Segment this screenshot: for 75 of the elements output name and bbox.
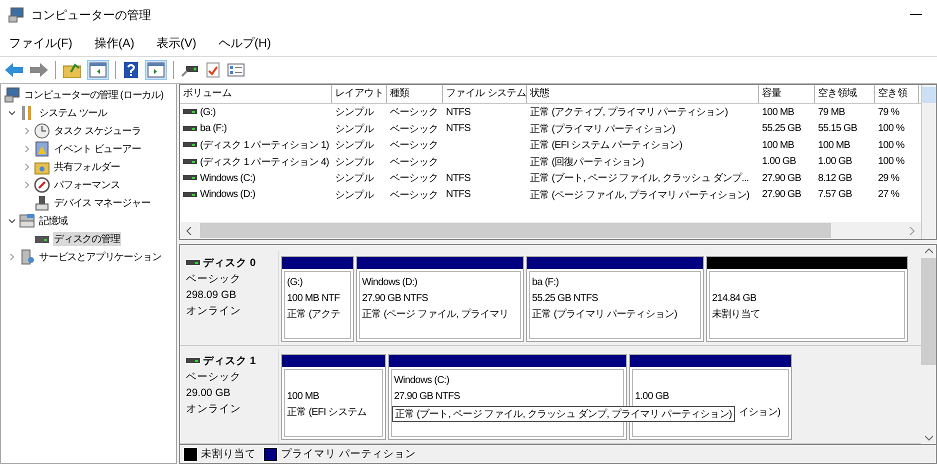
partition-size: 214.84 GB <box>712 292 758 306</box>
table-cell: 100 MB <box>762 140 794 151</box>
table-cell: 79 MB <box>818 106 845 118</box>
disk-name: ディスク 0 <box>203 256 256 271</box>
table-cell-text: ベーシック <box>390 188 438 202</box>
table-cell-text: 正常 (ブート, ページ ファイル, クラッシュ ダンプ... <box>530 172 749 186</box>
window-title: コンピューターの管理 <box>31 6 151 24</box>
table-cell: 27.90 GB <box>762 189 802 200</box>
table-cell-text: ベーシック <box>390 106 438 120</box>
table-cell-text: シンプル <box>335 156 374 169</box>
disk-name: ディスク 1 <box>203 354 256 369</box>
partition-size: 27.90 GB NTFS <box>362 292 429 306</box>
table-cell-text: ベーシック <box>390 172 438 186</box>
table-cell: NTFS <box>446 172 471 184</box>
partition-size: 55.25 GB NTFS <box>532 292 599 306</box>
table-cell: 7.57 GB <box>818 189 852 200</box>
disk-size: 298.09 GB <box>186 288 238 303</box>
disk-type: ベーシック <box>186 370 242 385</box>
table-cell: (G:) <box>200 106 216 118</box>
partition-status: 正常 (ページ ファイル, プライマリ <box>362 308 510 322</box>
table-cell: NTFS <box>446 123 471 134</box>
table-cell: 100 % <box>878 123 904 134</box>
table-cell: 27 % <box>878 189 900 200</box>
table-cell-text: 正常 (回復パーティション) <box>530 156 644 169</box>
partition-name: Windows (C:) <box>394 374 450 388</box>
table-cell: Windows (C:) <box>200 172 256 184</box>
partition-size: 100 MB NTF <box>287 292 341 306</box>
table-cell-text: ベーシック <box>390 139 438 152</box>
legend-label: 未割り当て <box>201 447 256 461</box>
partition-name: (G:) <box>287 276 304 290</box>
table-cell-text: シンプル <box>335 172 374 186</box>
table-cell: 1.00 GB <box>762 156 796 168</box>
table-cell-text: (ディスク 1 パーティション 4) <box>200 156 329 169</box>
tooltip: 正常 (ブート, ページ ファイル, クラッシュ ダンプ, プライマリ パーティション) <box>392 406 735 422</box>
table-cell: 79 % <box>878 106 900 118</box>
partition-status: イション) <box>739 406 782 420</box>
legend-label: プライマリ パーティション <box>281 447 416 461</box>
table-cell: 100 MB <box>818 140 850 151</box>
table-cell: 8.12 GB <box>818 172 852 184</box>
table-cell-text: 正常 (EFI システム パーティション) <box>530 138 682 152</box>
partition-status: 正常 (アクテ <box>287 308 342 322</box>
table-cell-text: 正常 (アクティブ, プライマリ パーティション) <box>530 106 728 120</box>
table-cell: 29 % <box>878 172 900 184</box>
partition-size: 100 MB <box>287 390 320 404</box>
partition-size: 27.90 GB NTFS <box>394 390 461 404</box>
table-cell-text: シンプル <box>335 138 374 152</box>
table-cell: Windows (D:) <box>200 189 256 200</box>
disk-status: オンライン <box>186 304 242 319</box>
partition-name: Windows (D:) <box>362 276 418 290</box>
disk-size: 29.00 GB <box>186 386 232 401</box>
table-cell: NTFS <box>446 106 471 118</box>
table-cell: 1.00 GB <box>818 156 852 168</box>
table-cell-text: 正常 (ページ ファイル, プライマリ パーティション) <box>530 188 750 202</box>
table-cell: 100 MB <box>762 106 794 118</box>
table-cell: ba (F:) <box>200 123 227 134</box>
table-cell: 55.15 GB <box>818 123 858 134</box>
table-cell-text: 正常 (プライマリ パーティション) <box>530 122 676 136</box>
disk-status: オンライン <box>186 402 242 417</box>
table-cell-text: ベーシック <box>390 122 438 136</box>
table-cell-text: シンプル <box>335 122 374 136</box>
table-cell-text: シンプル <box>335 106 374 120</box>
partition-status: 未割り当て <box>712 308 762 322</box>
partition-size: 1.00 GB <box>635 390 670 404</box>
table-cell-text: シンプル <box>335 188 374 202</box>
table-cell: NTFS <box>446 189 471 200</box>
partition-status: 正常 (プライマリ パーティション) <box>532 308 678 322</box>
table-cell: 100 % <box>878 140 904 151</box>
table-cell-text: ベーシック <box>390 156 438 169</box>
table-cell: 27.90 GB <box>762 172 802 184</box>
partition-status: 正常 (EFI システム <box>287 406 368 420</box>
disk-type: ベーシック <box>186 272 242 287</box>
table-cell: 55.25 GB <box>762 123 802 134</box>
table-cell-text: (ディスク 1 パーティション 1) <box>200 139 329 152</box>
partition-name: ba (F:) <box>532 276 560 290</box>
table-cell: 100 % <box>878 156 904 168</box>
